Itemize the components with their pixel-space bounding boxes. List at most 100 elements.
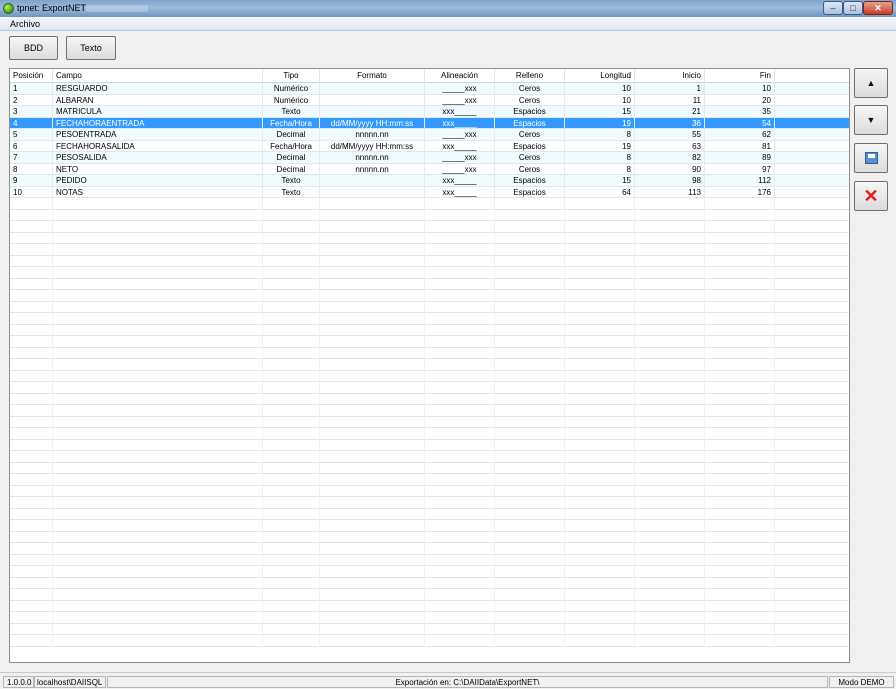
cell-tipo[interactable]: Texto — [263, 186, 320, 198]
cell-formato[interactable]: dd/MM/yyyy HH:mm:ss — [320, 140, 425, 152]
cell-fin[interactable]: 89 — [705, 152, 775, 164]
cell-posicion[interactable]: 4 — [10, 117, 53, 129]
header-posicion[interactable]: Posición — [10, 69, 53, 83]
bdd-button[interactable]: BDD — [9, 36, 58, 60]
cell-formato[interactable] — [320, 106, 425, 118]
cell-inicio[interactable]: 113 — [635, 186, 705, 198]
cell-relleno[interactable]: Ceros — [495, 163, 565, 175]
cell-formato[interactable] — [320, 94, 425, 106]
header-inicio[interactable]: Inicio — [635, 69, 705, 83]
cell-longitud[interactable]: 15 — [565, 175, 635, 187]
cell-formato[interactable]: dd/MM/yyyy HH:mm:ss — [320, 117, 425, 129]
cell-campo[interactable]: PESOENTRADA — [53, 129, 263, 141]
cell-inicio[interactable]: 82 — [635, 152, 705, 164]
cell-posicion[interactable]: 3 — [10, 106, 53, 118]
cell-campo[interactable]: MATRICULA — [53, 106, 263, 118]
table-row[interactable]: 3 MATRICULA Texto xxx_____ Espacios 15 21 35 — [10, 106, 849, 118]
cell-relleno[interactable]: Espacios — [495, 106, 565, 118]
cell-tipo[interactable]: Texto — [263, 106, 320, 118]
cell-longitud[interactable]: 8 — [565, 163, 635, 175]
table-row[interactable]: 2 ALBARAN Numérico _____xxx Ceros 10 11 20 — [10, 94, 849, 106]
cell-fin[interactable]: 20 — [705, 94, 775, 106]
cell-formato[interactable] — [320, 175, 425, 187]
cell-relleno[interactable]: Espacios — [495, 140, 565, 152]
cell-longitud[interactable]: 19 — [565, 117, 635, 129]
cell-inicio[interactable]: 11 — [635, 94, 705, 106]
cell-alineacion[interactable]: xxx_____ — [425, 175, 495, 187]
cell-alineacion[interactable]: _____xxx — [425, 152, 495, 164]
cell-posicion[interactable]: 7 — [10, 152, 53, 164]
table-row[interactable]: 10 NOTAS Texto xxx_____ Espacios 64 113 176 — [10, 186, 849, 198]
table-row[interactable]: 8 NETO Decimal nnnnn.nn _____xxx Ceros 8 90 97 — [10, 163, 849, 175]
cell-relleno[interactable]: Ceros — [495, 83, 565, 95]
cell-posicion[interactable]: 10 — [10, 186, 53, 198]
cell-alineacion[interactable]: xxx_____ — [425, 186, 495, 198]
cell-fin[interactable]: 97 — [705, 163, 775, 175]
cell-campo[interactable]: RESGUARDO — [53, 83, 263, 95]
cell-alineacion[interactable]: xxx_____ — [425, 140, 495, 152]
move-down-button[interactable]: ▼ — [854, 105, 888, 135]
cell-posicion[interactable]: 8 — [10, 163, 53, 175]
cell-formato[interactable]: nnnnn.nn — [320, 129, 425, 141]
cell-campo[interactable]: FECHAHORASALIDA — [53, 140, 263, 152]
cell-fin[interactable]: 54 — [705, 117, 775, 129]
move-up-button[interactable]: ▲ — [854, 68, 888, 98]
cell-inicio[interactable]: 21 — [635, 106, 705, 118]
cell-relleno[interactable]: Ceros — [495, 94, 565, 106]
cell-posicion[interactable]: 6 — [10, 140, 53, 152]
cell-posicion[interactable]: 9 — [10, 175, 53, 187]
menu-archivo[interactable]: Archivo — [10, 19, 40, 29]
delete-button[interactable]: ✕ — [854, 181, 888, 211]
cell-longitud[interactable]: 64 — [565, 186, 635, 198]
table-row[interactable]: 7 PESOSALIDA Decimal nnnnn.nn _____xxx Ceros 8… — [10, 152, 849, 164]
cell-relleno[interactable]: Ceros — [495, 152, 565, 164]
cell-tipo[interactable]: Fecha/Hora — [263, 140, 320, 152]
cell-alineacion[interactable]: xxx_____ — [425, 117, 495, 129]
cell-longitud[interactable]: 15 — [565, 106, 635, 118]
header-formato[interactable]: Formato — [320, 69, 425, 83]
cell-campo[interactable]: FECHAHORAENTRADA — [53, 117, 263, 129]
cell-formato[interactable]: nnnnn.nn — [320, 163, 425, 175]
cell-fin[interactable]: 35 — [705, 106, 775, 118]
table-row[interactable]: 5 PESOENTRADA Decimal nnnnn.nn _____xxx Ceros… — [10, 129, 849, 141]
texto-button[interactable]: Texto — [66, 36, 116, 60]
cell-alineacion[interactable]: _____xxx — [425, 83, 495, 95]
header-alineacion[interactable]: Alineación — [425, 69, 495, 83]
minimize-button[interactable]: – — [823, 1, 843, 15]
cell-inicio[interactable]: 90 — [635, 163, 705, 175]
cell-posicion[interactable]: 2 — [10, 94, 53, 106]
cell-campo[interactable]: NETO — [53, 163, 263, 175]
table-row[interactable]: 1 RESGUARDO Numérico _____xxx Ceros 10 1 10 — [10, 83, 849, 95]
cell-tipo[interactable]: Decimal — [263, 152, 320, 164]
cell-longitud[interactable]: 8 — [565, 129, 635, 141]
cell-longitud[interactable]: 10 — [565, 83, 635, 95]
close-button[interactable]: ✕ — [863, 1, 893, 15]
cell-formato[interactable]: nnnnn.nn — [320, 152, 425, 164]
table-row[interactable]: 9 PEDIDO Texto xxx_____ Espacios 15 98 112 — [10, 175, 849, 187]
cell-inicio[interactable]: 55 — [635, 129, 705, 141]
cell-inicio[interactable]: 36 — [635, 117, 705, 129]
header-campo[interactable]: Campo — [53, 69, 263, 83]
save-button[interactable] — [854, 143, 888, 173]
cell-alineacion[interactable]: _____xxx — [425, 163, 495, 175]
header-longitud[interactable]: Longitud — [565, 69, 635, 83]
cell-campo[interactable]: PESOSALIDA — [53, 152, 263, 164]
cell-formato[interactable] — [320, 83, 425, 95]
cell-longitud[interactable]: 8 — [565, 152, 635, 164]
cell-inicio[interactable]: 1 — [635, 83, 705, 95]
cell-longitud[interactable]: 19 — [565, 140, 635, 152]
cell-relleno[interactable]: Espacios — [495, 175, 565, 187]
header-tipo[interactable]: Tipo — [263, 69, 320, 83]
header-relleno[interactable]: Relleno — [495, 69, 565, 83]
cell-campo[interactable]: ALBARAN — [53, 94, 263, 106]
cell-posicion[interactable]: 1 — [10, 83, 53, 95]
cell-formato[interactable] — [320, 186, 425, 198]
cell-relleno[interactable]: Espacios — [495, 186, 565, 198]
cell-fin[interactable]: 10 — [705, 83, 775, 95]
cell-alineacion[interactable]: xxx_____ — [425, 106, 495, 118]
cell-relleno[interactable]: Ceros — [495, 129, 565, 141]
header-fin[interactable]: Fin — [705, 69, 775, 83]
table-row[interactable]: 6 FECHAHORASALIDA Fecha/Hora dd/MM/yyyy HH:… — [10, 140, 849, 152]
cell-fin[interactable]: 112 — [705, 175, 775, 187]
cell-campo[interactable]: NOTAS — [53, 186, 263, 198]
